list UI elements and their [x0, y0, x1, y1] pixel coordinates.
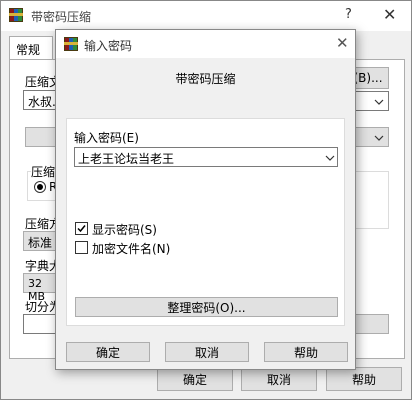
back-title-bar: 带密码压缩 ? ✕: [1, 1, 411, 31]
encrypt-names-checkbox[interactable]: [75, 241, 88, 254]
encrypt-names-label[interactable]: 加密文件名(N): [92, 240, 170, 257]
back-cancel-label: 取消: [266, 372, 291, 387]
winrar-icon: [9, 8, 23, 22]
dialog-ok-button[interactable]: 确定: [66, 342, 150, 362]
checkmark-icon: [77, 225, 86, 233]
back-ok-button[interactable]: 确定: [157, 367, 233, 391]
password-dialog: 输入密码 ✕ 带密码压缩 输入密码(E) 上老王论坛当老王 显示密码(S) 加密…: [55, 29, 356, 370]
back-help-button[interactable]: ?: [345, 7, 352, 22]
organize-passwords-button[interactable]: 整理密码(O)...: [75, 297, 338, 317]
chevron-down-icon: [374, 99, 384, 105]
tab-general[interactable]: 常规: [9, 36, 53, 60]
back-cancel-button[interactable]: 取消: [241, 367, 317, 391]
back-window-title: 带密码压缩: [31, 10, 92, 24]
method-value: 标准: [28, 236, 53, 250]
back-help-label: 帮助: [351, 372, 376, 387]
password-input[interactable]: 上老王论坛当老王: [74, 147, 338, 167]
dialog-close-icon[interactable]: ✕: [336, 34, 349, 52]
dialog-help-button[interactable]: 帮助: [264, 342, 348, 362]
browse-button-label: (B)...: [353, 71, 383, 85]
dialog-title: 输入密码: [84, 39, 133, 53]
back-close-icon[interactable]: ✕: [383, 5, 396, 24]
dialog-title-bar: 输入密码 ✕: [56, 30, 355, 58]
tab-general-label: 常规: [16, 43, 41, 57]
chevron-down-icon: [325, 155, 335, 161]
dialog-ok-label: 确定: [95, 345, 120, 360]
back-help-button-bottom[interactable]: 帮助: [326, 367, 402, 391]
chevron-down-icon: [374, 135, 384, 141]
show-password-label[interactable]: 显示密码(S): [92, 221, 157, 238]
show-password-checkbox[interactable]: [75, 222, 88, 235]
back-ok-label: 确定: [182, 372, 207, 387]
password-label: 输入密码(E): [74, 131, 139, 145]
dialog-cancel-label: 取消: [194, 345, 219, 360]
organize-passwords-label: 整理密码(O)...: [167, 300, 246, 315]
password-group: 输入密码(E) 上老王论坛当老王 显示密码(S) 加密文件名(N) 整理密码(O…: [66, 118, 345, 326]
dialog-heading: 带密码压缩: [175, 72, 236, 86]
format-radio[interactable]: [34, 181, 46, 193]
dialog-help-label: 帮助: [293, 345, 318, 360]
password-value: 上老王论坛当老王: [78, 152, 175, 166]
dialog-cancel-button[interactable]: 取消: [165, 342, 249, 362]
winrar-icon: [64, 37, 78, 51]
